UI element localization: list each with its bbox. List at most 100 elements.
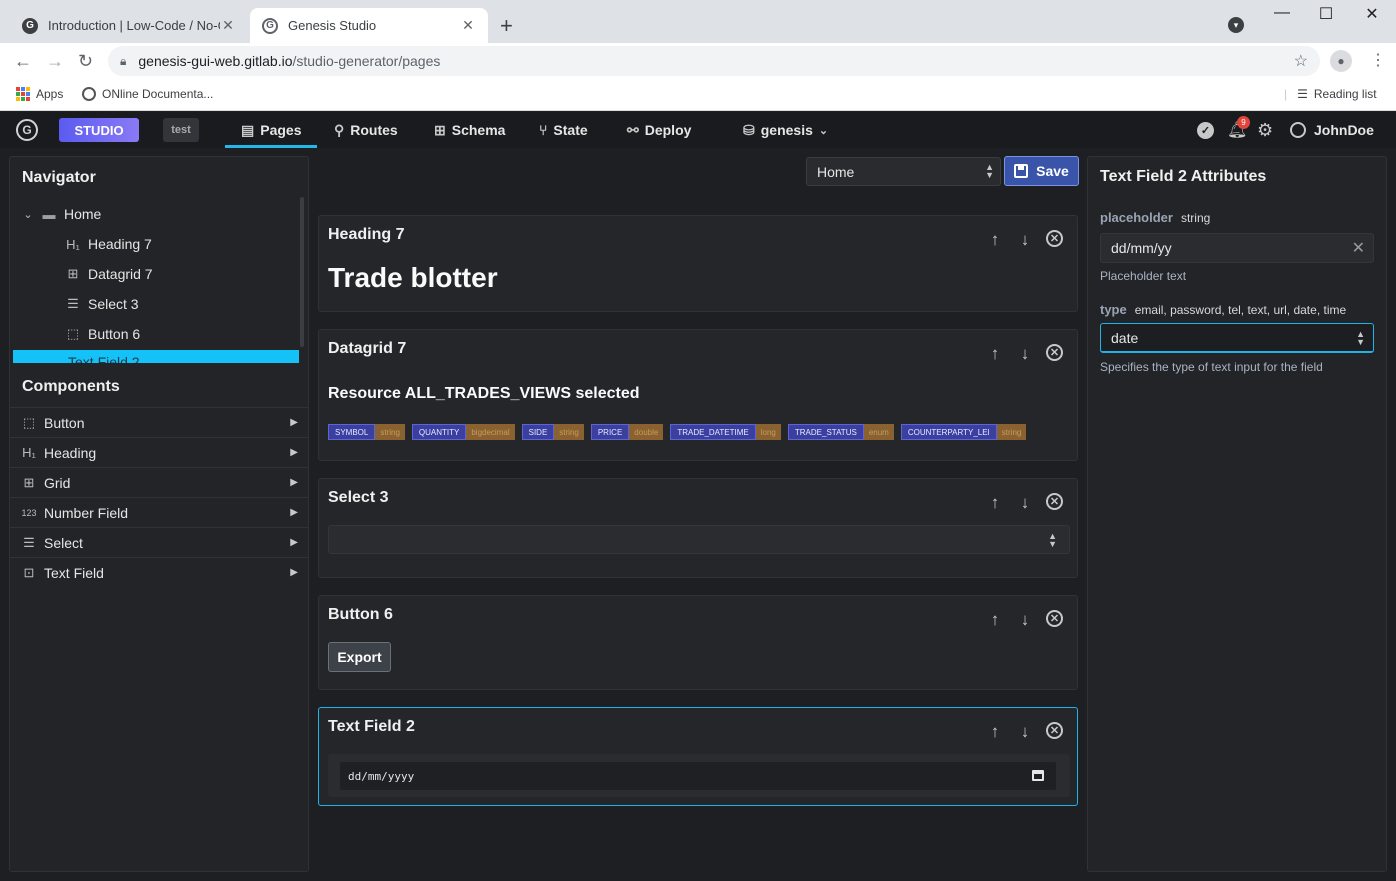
nav-tab-state[interactable]: ⑂ State <box>539 112 588 148</box>
remove-icon[interactable]: ✕ <box>1046 230 1063 247</box>
calendar-icon[interactable] <box>1032 770 1044 781</box>
tree-node-text-field-2[interactable]: Text Field 2 <box>13 350 299 363</box>
placeholder-input[interactable]: dd/mm/yy ✕ <box>1100 233 1374 263</box>
card-heading-7[interactable]: Heading 7 ↑ ↓ ✕ Trade blotter <box>318 215 1078 312</box>
clear-icon[interactable]: ✕ <box>1352 238 1365 258</box>
move-up-icon[interactable]: ↑ <box>986 722 1004 742</box>
close-tab-icon[interactable]: ✕ <box>460 17 476 34</box>
tab-title: Introduction | Low-Code / No-Co <box>48 18 220 33</box>
minimize-icon[interactable]: — <box>1259 4 1305 22</box>
component-label: Select <box>44 534 83 551</box>
forward-icon[interactable]: → <box>46 51 64 72</box>
navigator-scrollbar[interactable] <box>300 197 304 347</box>
component-heading[interactable]: H₁ Heading ▶ <box>10 437 308 467</box>
component-text-field[interactable]: ⊡ Text Field ▶ <box>10 557 308 587</box>
reload-icon[interactable]: ↻ <box>78 51 93 72</box>
chevron-down-icon[interactable]: ⌄ <box>22 208 34 221</box>
tree-node-label: Heading 7 <box>88 236 152 252</box>
tree-node-datagrid-7[interactable]: ⊞ Datagrid 7 <box>10 259 300 289</box>
reading-list-button[interactable]: | ☰ Reading list <box>1284 87 1377 101</box>
routes-icon: ⚲ <box>334 121 345 138</box>
move-up-icon[interactable]: ↑ <box>986 230 1004 250</box>
field-pill: SIDE string <box>521 424 584 440</box>
new-tab-icon[interactable]: + <box>500 13 513 39</box>
component-select[interactable]: ☰ Select ▶ <box>10 527 308 557</box>
type-select[interactable]: date ▲ ▼ <box>1100 323 1374 353</box>
genesis-logo-icon[interactable]: G <box>16 119 38 141</box>
component-label: Grid <box>44 474 71 491</box>
card-button-6[interactable]: Button 6 ↑ ↓ ✕ Export <box>318 595 1078 690</box>
card-datagrid-7[interactable]: Datagrid 7 ↑ ↓ ✕ Resource ALL_TRADES_VIE… <box>318 329 1078 461</box>
move-down-icon[interactable]: ↓ <box>1016 722 1034 742</box>
profile-menu-icon[interactable]: ▾ <box>1228 17 1244 33</box>
move-down-icon[interactable]: ↓ <box>1016 493 1034 513</box>
card-select-3[interactable]: Select 3 ↑ ↓ ✕ ▲ ▼ <box>318 478 1078 578</box>
project-selector[interactable]: ⛁ genesis ⌄ <box>743 112 828 148</box>
chrome-menu-icon[interactable]: ⋮ <box>1370 50 1386 70</box>
attr-key: type <box>1100 302 1127 317</box>
select-preview[interactable]: ▲ ▼ <box>328 525 1070 554</box>
field-name: TRADE_DATETIME <box>670 424 756 440</box>
placeholder-help-text: Placeholder text <box>1100 269 1187 283</box>
bookmark-online-documentation[interactable]: ONline Documenta... <box>82 87 213 101</box>
page-select[interactable]: Home ▲ ▼ <box>806 157 1001 186</box>
nav-tab-deploy[interactable]: ⚯ Deploy <box>627 112 691 148</box>
settings-gear-icon[interactable]: ⚙ <box>1257 112 1273 148</box>
move-down-icon[interactable]: ↓ <box>1016 230 1034 250</box>
tree-node-button-6[interactable]: ⬚ Button 6 <box>10 319 300 349</box>
schema-icon: ⊞ <box>434 121 446 138</box>
move-up-icon[interactable]: ↑ <box>986 344 1004 364</box>
nav-tab-routes[interactable]: ⚲ Routes <box>334 112 398 148</box>
tree-node-home[interactable]: ⌄ ▬ Home <box>10 199 300 229</box>
window-close-icon[interactable]: ✕ <box>1349 4 1395 24</box>
nav-tab-label: Routes <box>350 122 398 138</box>
remove-icon[interactable]: ✕ <box>1046 493 1063 510</box>
maximize-icon[interactable]: ☐ <box>1303 4 1349 24</box>
chevron-right-icon: ▶ <box>290 417 298 428</box>
export-button[interactable]: Export <box>328 642 391 672</box>
tree-node-label: Button 6 <box>88 326 141 342</box>
nav-tab-label: Schema <box>451 122 506 138</box>
save-button[interactable]: Save <box>1004 156 1079 186</box>
browser-toolbar: ← → ↻ 🔒︎ genesis-gui-web.gitlab.io/studi… <box>0 43 1396 79</box>
remove-icon[interactable]: ✕ <box>1046 610 1063 627</box>
browser-tab-genesis-studio[interactable]: G Genesis Studio ✕ <box>250 8 488 43</box>
nav-tab-pages[interactable]: ▤ Pages <box>224 112 319 148</box>
date-input[interactable]: dd/mm/yyyy <box>340 762 1056 790</box>
tree-node-label: Datagrid 7 <box>88 266 153 282</box>
placeholder-attr-label: placeholder string <box>1100 210 1210 225</box>
apps-grid-icon <box>16 87 30 101</box>
bookmark-apps[interactable]: Apps <box>16 87 63 101</box>
back-icon[interactable]: ← <box>14 51 32 72</box>
remove-icon[interactable]: ✕ <box>1046 722 1063 739</box>
check-status-icon[interactable]: ✓ <box>1197 112 1214 148</box>
remove-icon[interactable]: ✕ <box>1046 344 1063 361</box>
tree-node-select-3[interactable]: ☰ Select 3 <box>10 289 300 319</box>
bookmark-star-icon[interactable]: ☆ <box>1294 51 1308 71</box>
address-bar[interactable]: 🔒︎ genesis-gui-web.gitlab.io/studio-gene… <box>108 46 1320 76</box>
move-up-icon[interactable]: ↑ <box>986 493 1004 513</box>
move-down-icon[interactable]: ↓ <box>1016 344 1034 364</box>
button-icon: ⬚ <box>66 326 80 341</box>
studio-badge: STUDIO <box>59 118 139 142</box>
card-text-field-2[interactable]: Text Field 2 ↑ ↓ ✕ dd/mm/yyyy <box>318 707 1078 806</box>
field-name: COUNTERPARTY_LEI <box>900 424 997 440</box>
component-label: Heading <box>44 444 97 461</box>
tree-node-heading-7[interactable]: H₁ Heading 7 <box>10 229 300 259</box>
card-actions: ↑ ↓ ✕ <box>986 230 1063 250</box>
heading-preview: Trade blotter <box>328 262 498 293</box>
component-number-field[interactable]: 123 Number Field ▶ <box>10 497 308 527</box>
field-type: long <box>755 424 781 440</box>
close-tab-icon[interactable]: ✕ <box>220 17 236 34</box>
nav-tab-label: State <box>553 122 588 138</box>
chrome-profile-avatar[interactable]: ● <box>1330 50 1352 72</box>
field-type: string <box>375 424 405 440</box>
move-down-icon[interactable]: ↓ <box>1016 610 1034 630</box>
component-button[interactable]: ⬚ Button ▶ <box>10 407 308 437</box>
card-actions: ↑ ↓ ✕ <box>986 610 1063 630</box>
move-up-icon[interactable]: ↑ <box>986 610 1004 630</box>
browser-tab-introduction[interactable]: G Introduction | Low-Code / No-Co ✕ <box>10 8 248 43</box>
component-grid[interactable]: ⊞ Grid ▶ <box>10 467 308 497</box>
user-menu[interactable]: JohnDoe <box>1290 112 1374 148</box>
nav-tab-schema[interactable]: ⊞ Schema <box>434 112 505 148</box>
